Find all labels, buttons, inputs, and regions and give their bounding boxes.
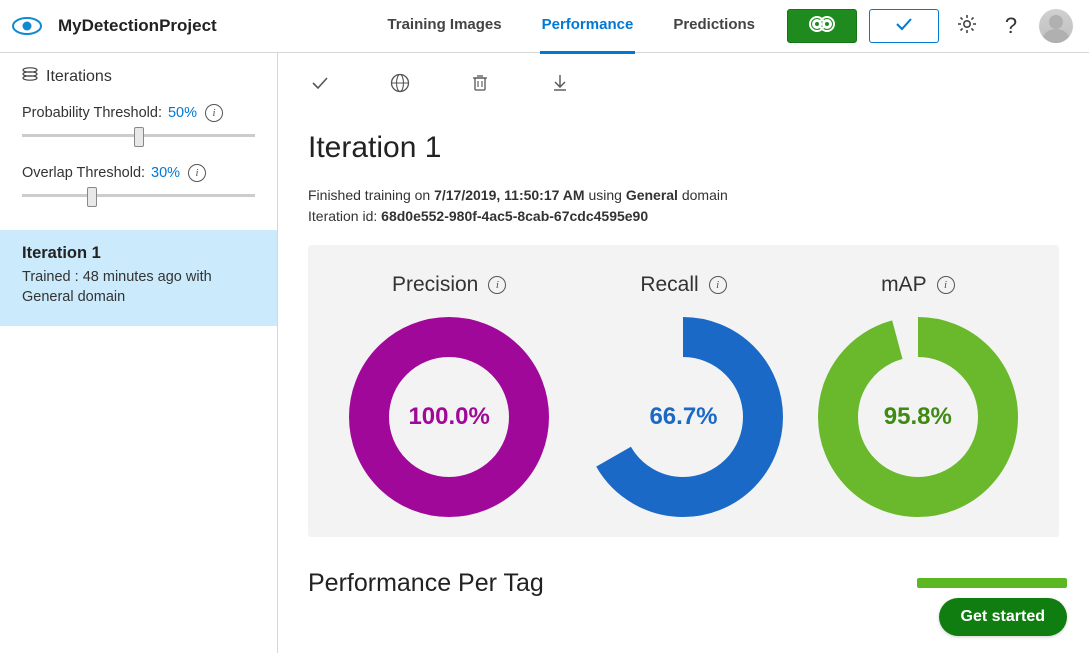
overlap-threshold-label: Overlap Threshold:: [22, 165, 145, 181]
iterations-list: Iteration 1 Trained : 48 minutes ago wit…: [0, 230, 277, 326]
mark-default-button[interactable]: [304, 67, 336, 99]
progress-bar: [917, 578, 1067, 588]
user-avatar[interactable]: [1039, 9, 1073, 43]
recall-donut: 66.7%: [583, 317, 783, 517]
map-value: 95.8%: [818, 317, 1018, 517]
tab-training-images[interactable]: Training Images: [385, 0, 503, 54]
publish-button[interactable]: [384, 67, 416, 99]
finished-datetime: 7/17/2019, 11:50:17 AM: [434, 187, 584, 203]
train-button[interactable]: [787, 9, 857, 43]
probability-threshold-slider[interactable]: [22, 128, 255, 146]
export-button[interactable]: [544, 67, 576, 99]
info-icon[interactable]: i: [937, 276, 955, 294]
overlap-threshold-label-row: Overlap Threshold: 30% i: [22, 164, 255, 182]
recall-metric: Recall i 66.7%: [566, 273, 800, 517]
settings-button[interactable]: [951, 10, 983, 42]
metrics-panel: Precision i 100.0% Recall i: [308, 245, 1059, 537]
iteration-id: 68d0e552-980f-4ac5-8cab-67cdc4595e90: [381, 208, 648, 224]
map-donut: 95.8%: [818, 317, 1018, 517]
get-started-button[interactable]: Get started: [939, 598, 1067, 636]
project-name: MyDetectionProject: [58, 16, 217, 36]
info-icon[interactable]: i: [205, 104, 223, 122]
probability-threshold-value: 50%: [168, 105, 197, 121]
precision-value: 100.0%: [349, 317, 549, 517]
recall-value: 66.7%: [583, 317, 783, 517]
tab-predictions[interactable]: Predictions: [671, 0, 757, 54]
overlap-threshold-slider[interactable]: [22, 188, 255, 206]
precision-title: Precision: [392, 273, 478, 297]
tab-performance[interactable]: Performance: [540, 0, 636, 54]
info-icon[interactable]: i: [488, 276, 506, 294]
finished-suffix: domain: [678, 187, 728, 203]
iterations-icon: [22, 67, 38, 86]
iterations-title-row: Iterations: [22, 67, 255, 86]
finished-prefix: Finished training on: [308, 187, 434, 203]
iteration-item-subtitle: Trained : 48 minutes ago with General do…: [22, 267, 255, 308]
gears-icon: [809, 15, 835, 38]
finished-domain: General: [626, 187, 678, 203]
map-metric: mAP i 95.8%: [801, 273, 1035, 517]
probability-threshold-label: Probability Threshold:: [22, 105, 162, 121]
iteration-list-item[interactable]: Iteration 1 Trained : 48 minutes ago wit…: [0, 230, 277, 326]
iteration-heading: Iteration 1: [308, 131, 1059, 165]
gear-icon: [957, 14, 977, 39]
eye-logo-icon: [12, 16, 42, 36]
precision-metric: Precision i 100.0%: [332, 273, 566, 517]
overlap-threshold-value: 30%: [151, 165, 180, 181]
finished-mid: using: [585, 187, 626, 203]
iteration-id-label: Iteration id:: [308, 208, 381, 224]
precision-donut: 100.0%: [349, 317, 549, 517]
probability-threshold-label-row: Probability Threshold: 50% i: [22, 104, 255, 122]
map-title: mAP: [881, 273, 927, 297]
iteration-toolbar: [278, 53, 1089, 105]
info-icon[interactable]: i: [709, 276, 727, 294]
slider-thumb[interactable]: [87, 187, 97, 207]
help-button[interactable]: ?: [995, 10, 1027, 42]
iterations-title: Iterations: [46, 68, 112, 86]
iteration-item-title: Iteration 1: [22, 244, 255, 263]
recall-title: Recall: [640, 273, 698, 297]
header-actions: ?: [787, 9, 1073, 43]
sidebar: Iterations Probability Threshold: 50% i …: [0, 53, 278, 653]
slider-thumb[interactable]: [134, 127, 144, 147]
info-icon[interactable]: i: [188, 164, 206, 182]
delete-button[interactable]: [464, 67, 496, 99]
check-icon: [894, 16, 914, 37]
iteration-metadata: Finished training on 7/17/2019, 11:50:17…: [308, 185, 1059, 227]
main: Iteration 1 Finished training on 7/17/20…: [278, 53, 1089, 653]
quick-test-button[interactable]: [869, 9, 939, 43]
nav-tabs: Training Images Performance Predictions: [385, 0, 757, 52]
header: MyDetectionProject Training Images Perfo…: [0, 0, 1089, 53]
